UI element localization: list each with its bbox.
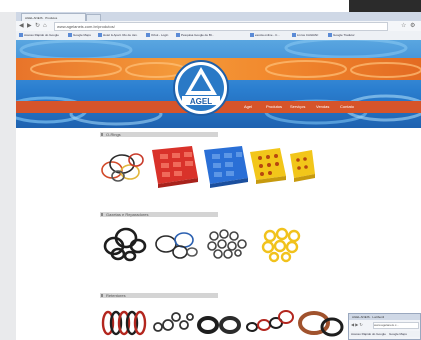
popup-bookmark-item[interactable]: Google Maps xyxy=(389,332,407,336)
bookmark-item[interactable]: Hotel & Apart. Rio de Jan. xyxy=(98,33,138,38)
wrench-icon[interactable]: ⚙ xyxy=(410,23,415,29)
product-mixed-seals[interactable] xyxy=(155,232,198,259)
bookmark-item[interactable]: Livros CAGRAF xyxy=(292,33,318,38)
orings-products-row xyxy=(101,146,315,188)
product-large-retainer[interactable] xyxy=(298,311,344,337)
nav-item-produtos[interactable]: Produtos xyxy=(266,104,282,110)
retentores-products-row xyxy=(101,310,344,337)
page-left-margin xyxy=(0,12,16,340)
product-black-seals[interactable] xyxy=(103,227,147,262)
product-blue-kit-box[interactable] xyxy=(204,146,248,188)
popup-address-row: ◀ ▶ ↻ www.agelaneis.c... xyxy=(349,321,420,329)
gaxetas-products-row xyxy=(103,227,301,263)
bookmark-icon xyxy=(328,33,332,37)
product-red-kit-box[interactable] xyxy=(152,146,198,188)
section-title: O-Rings xyxy=(106,132,121,137)
browser-tab-strip: AGEL ANEIS · Produtos xyxy=(16,12,421,22)
popup-bookmarks-bar: Acesso Rápido do Google Google Maps xyxy=(349,331,420,337)
section-title: Retentores xyxy=(106,293,126,298)
bookmark-icon xyxy=(19,33,23,37)
nav-item-servicos[interactable]: Serviços xyxy=(290,104,305,110)
nav-item-vendas[interactable]: Vendas xyxy=(316,104,329,110)
bookmark-icon xyxy=(68,33,72,37)
section-header-orings: O-Rings xyxy=(100,132,218,137)
forward-icon[interactable]: ▶ xyxy=(27,23,32,29)
section-header-gaxetas: Gaxetas e Reparadores xyxy=(100,212,218,217)
section-title: Gaxetas e Reparadores xyxy=(106,212,149,217)
bookmark-icon xyxy=(250,33,254,37)
bookmark-icon xyxy=(98,33,102,37)
logo-text: AGEL xyxy=(190,97,212,106)
bookmark-icon xyxy=(176,33,180,37)
product-red-black-retainers[interactable] xyxy=(101,310,147,336)
product-yellow-kit-box[interactable] xyxy=(250,148,286,184)
bookmark-item[interactable]: Google Maps xyxy=(68,33,91,38)
bookmark-icon xyxy=(146,33,150,37)
popup-tab-strip: AGEL ANEIS · Lucibenli xyxy=(349,314,420,320)
product-black-retainer-pair[interactable] xyxy=(197,316,241,334)
bookmark-item[interactable]: escola online - C... xyxy=(250,33,280,38)
popup-bookmark-item[interactable]: Acesso Rápido do Google xyxy=(351,332,386,336)
product-yellow-oring-set[interactable] xyxy=(261,227,301,263)
popup-url-input[interactable]: www.agelaneis.c... xyxy=(373,322,419,329)
reload-icon[interactable]: ↻ xyxy=(35,23,40,29)
bookmark-item[interactable]: Orkut - Login xyxy=(146,33,168,38)
home-icon[interactable]: ⌂ xyxy=(43,23,47,29)
bookmark-item[interactable]: Acesso Rápido do Google xyxy=(19,33,59,38)
star-icon[interactable]: ☆ xyxy=(401,23,406,29)
bookmark-item[interactable]: Google Tradutor xyxy=(328,33,355,38)
popup-browser-window[interactable]: AGEL ANEIS · Lucibenli ◀ ▶ ↻ www.agelane… xyxy=(348,313,421,340)
logo-emblem: AGEL xyxy=(173,60,229,116)
product-assorted-retainers[interactable] xyxy=(246,310,294,332)
product-orings-loose[interactable] xyxy=(101,153,144,182)
popup-tab-title[interactable]: AGEL ANEIS · Lucibenli xyxy=(352,314,384,320)
popup-back-icon[interactable]: ◀ ▶ ↻ xyxy=(351,322,363,327)
bookmark-item[interactable]: Pesquisa Google de Bl... xyxy=(176,33,214,38)
bookmark-icon xyxy=(292,33,296,37)
product-yellow-kit-box-open[interactable] xyxy=(290,150,315,182)
nav-item-agel[interactable]: Agel xyxy=(244,104,252,110)
product-small-retainers[interactable] xyxy=(153,312,194,332)
url-input[interactable]: www.agelaneis.com.br/produtos/ xyxy=(54,22,388,31)
product-small-oring-set[interactable] xyxy=(207,229,247,259)
tab-title: AGEL ANEIS · Produtos xyxy=(25,16,58,20)
section-header-retentores: Retentores xyxy=(100,293,218,298)
agel-logo[interactable]: AGEL xyxy=(171,59,231,117)
nav-item-contato[interactable]: Contato xyxy=(340,104,354,110)
back-icon[interactable]: ◀ xyxy=(19,23,24,29)
